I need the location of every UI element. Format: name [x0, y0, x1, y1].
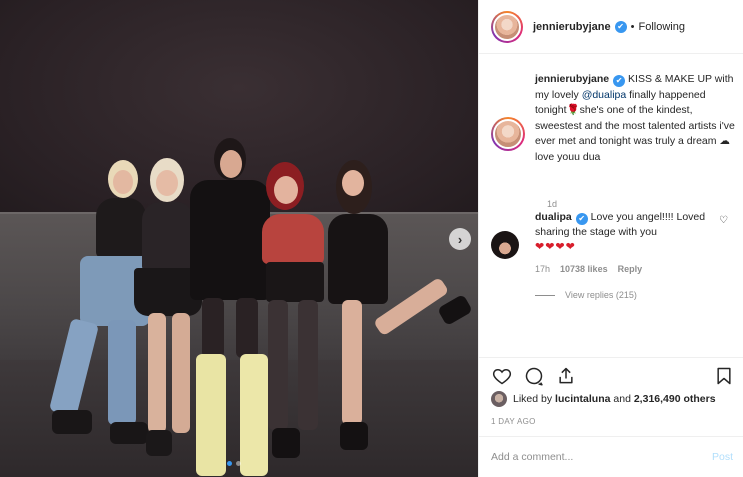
chevron-right-icon: › [457, 231, 463, 247]
rose-emoji: 🌹 [566, 104, 580, 116]
add-comment-bar: Post [479, 436, 743, 477]
heart-icon[interactable] [491, 366, 513, 386]
share-icon[interactable] [555, 366, 577, 386]
verified-badge-icon: ✔ [614, 20, 627, 33]
carousel-dot [227, 461, 232, 466]
post-caption: jennierubyjane ✔ KISS & MAKE UP with my l… [491, 72, 735, 209]
likes-count[interactable]: 2,316,490 others [634, 393, 716, 405]
comment-meta: 17h 10738 likes Reply [535, 264, 642, 274]
caption-username[interactable]: jennierubyjane [535, 73, 609, 85]
post-side-panel: jennierubyjane ✔ • Following jennierubyj… [478, 0, 743, 477]
mention-link[interactable]: @dualipa [582, 89, 627, 101]
likes-prefix: Liked by [513, 393, 553, 405]
comment-input[interactable] [491, 447, 691, 467]
carousel-dot [236, 461, 241, 466]
likes-middle: and [613, 393, 631, 405]
verified-badge-icon: ✔ [575, 213, 588, 225]
likes-summary: Liked by lucintaluna and 2,316,490 other… [491, 391, 716, 407]
cloud-emoji: ☁ [719, 135, 730, 147]
liker-username[interactable]: lucintaluna [555, 393, 610, 405]
caption-avatar[interactable] [491, 117, 525, 151]
carousel-next-button[interactable]: › [449, 228, 471, 250]
comment-username[interactable]: dualipa [535, 211, 572, 223]
author-username[interactable]: jennierubyjane [533, 21, 611, 33]
commenter-avatar[interactable] [491, 231, 519, 259]
following-button[interactable]: Following [639, 21, 685, 33]
liker-avatar[interactable] [491, 391, 507, 407]
author-avatar[interactable] [491, 10, 523, 43]
verified-badge-icon: ✔ [613, 75, 626, 87]
caption-text: jennierubyjane ✔ KISS & MAKE UP with my l… [535, 72, 740, 165]
bookmark-icon[interactable] [713, 366, 735, 386]
comment-icon[interactable] [523, 366, 545, 386]
carousel-dots [227, 461, 241, 466]
comment-reply-button[interactable]: Reply [618, 264, 643, 274]
comment-text: dualipa ✔ Love you angel!!!! Loved sharin… [535, 210, 715, 255]
post-header: jennierubyjane ✔ • Following [479, 0, 743, 54]
caption-text-part: love youu dua [535, 150, 601, 163]
post-photo[interactable]: › [0, 0, 478, 477]
caption-timestamp[interactable]: 1d [547, 199, 557, 209]
view-replies-label: View replies (215) [565, 290, 637, 300]
comments-list[interactable]: jennierubyjane ✔ KISS & MAKE UP with my l… [479, 55, 743, 355]
header-separator: • [630, 20, 635, 33]
hearts-emoji: ❤❤❤❤ [535, 241, 576, 253]
comment-like-heart-icon[interactable]: ♡ [719, 215, 728, 226]
comment-timestamp[interactable]: 17h [535, 264, 550, 274]
view-replies-line [535, 294, 555, 296]
post-date[interactable]: 1 DAY AGO [491, 417, 536, 426]
action-bar [479, 357, 743, 391]
view-replies-button[interactable]: View replies (215) [535, 290, 637, 300]
post-comment-button[interactable]: Post [712, 451, 733, 463]
comment-likes-count[interactable]: 10738 likes [560, 264, 608, 274]
